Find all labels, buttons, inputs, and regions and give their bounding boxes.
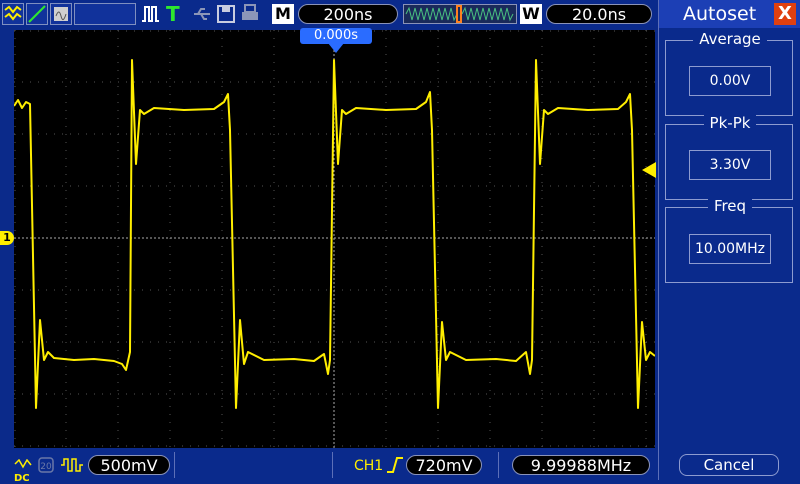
- average-value: 0.00V: [689, 66, 771, 96]
- save-icon[interactable]: [216, 3, 236, 25]
- bottom-status-bar: DC 20 500mV CH1 720mV 9.99988MHz: [0, 450, 658, 484]
- bandwidth-limit-icon[interactable]: 20: [37, 456, 55, 474]
- freq-label: Freq: [707, 197, 753, 215]
- status-box: [74, 3, 136, 25]
- trigger-offset-label[interactable]: 0.000s: [300, 28, 372, 44]
- print-icon[interactable]: [240, 3, 260, 25]
- coupling-indicator[interactable]: DC: [14, 454, 34, 484]
- trigger-position-icon: [328, 43, 344, 53]
- timebase-mode-label: M: [272, 4, 294, 24]
- trigger-channel-label: CH1: [354, 458, 384, 474]
- divider: [332, 452, 333, 478]
- ramp-icon[interactable]: [26, 3, 48, 25]
- window-mode-label: W: [520, 4, 542, 24]
- autoset-panel: Autoset X Average 0.00V Pk-Pk 3.30V Freq…: [658, 0, 800, 480]
- trigger-level-value[interactable]: 720mV: [406, 455, 482, 475]
- average-label: Average: [693, 30, 767, 48]
- usb-icon: [192, 3, 212, 25]
- waveform-icon[interactable]: [2, 3, 24, 25]
- pkpk-label: Pk-Pk: [703, 114, 757, 132]
- waveform-screen[interactable]: [13, 30, 656, 448]
- volts-per-div[interactable]: 500mV: [88, 455, 170, 475]
- memory-position-bar[interactable]: [403, 4, 517, 24]
- rising-edge-icon[interactable]: [386, 456, 404, 474]
- timebase-value[interactable]: 200ns: [298, 4, 398, 24]
- invert-icon[interactable]: [60, 456, 84, 474]
- divider: [498, 452, 499, 478]
- divider: [174, 452, 175, 478]
- svg-text:20: 20: [40, 462, 52, 472]
- window-time-value[interactable]: 20.0ns: [546, 4, 652, 24]
- channel1-ground-marker[interactable]: 1: [0, 231, 14, 245]
- coupling-label: DC: [14, 473, 30, 484]
- waveform-graticule: [13, 30, 656, 448]
- trigger-status-icon: T: [166, 2, 180, 26]
- pulse-icon[interactable]: [140, 3, 160, 25]
- trigger-frequency-value: 9.99988MHz: [512, 455, 650, 475]
- close-button[interactable]: X: [774, 3, 796, 25]
- display-mode-icon[interactable]: [50, 3, 72, 25]
- trigger-level-marker[interactable]: [642, 162, 656, 178]
- cancel-button[interactable]: Cancel: [679, 454, 779, 476]
- freq-value: 10.00MHz: [689, 234, 771, 264]
- pkpk-value: 3.30V: [689, 150, 771, 180]
- top-toolbar: T M 200ns W 20.0ns: [0, 0, 658, 28]
